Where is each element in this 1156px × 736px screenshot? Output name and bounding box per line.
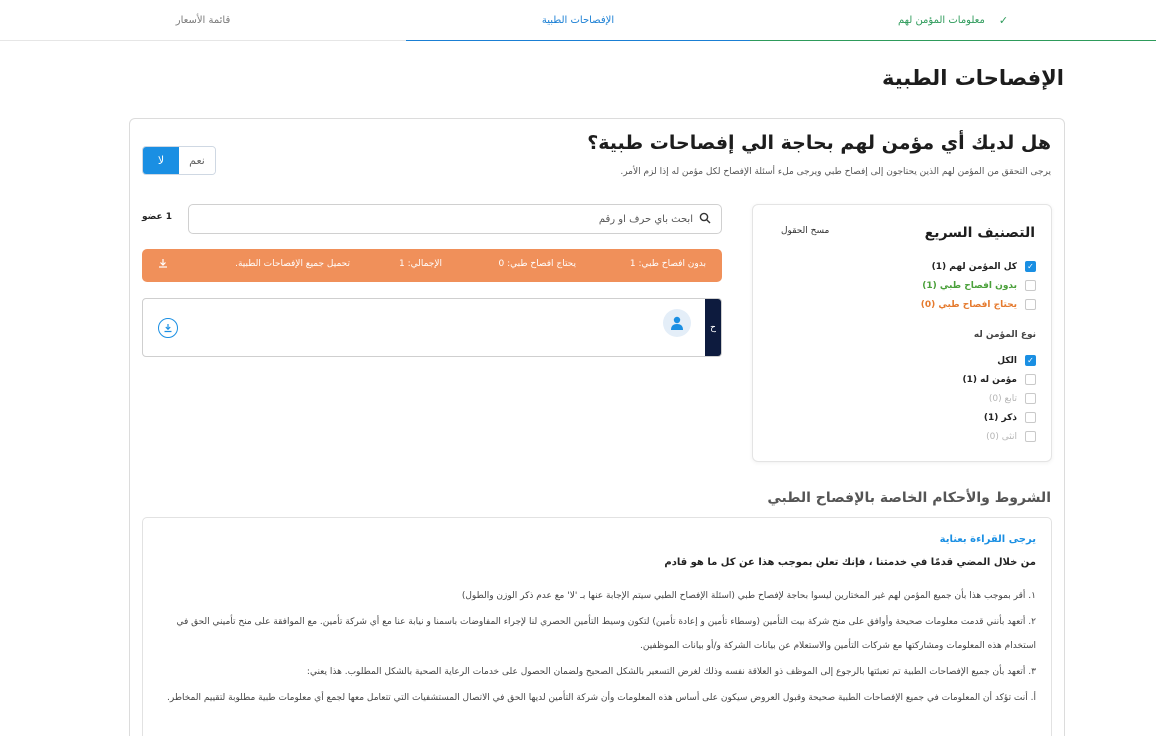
filter-type-female[interactable]: انثى (0): [986, 431, 1036, 442]
checkbox-icon[interactable]: [1025, 299, 1036, 310]
terms-item: أ. أنت تؤكد أن المعلومات في جميع الإفصاح…: [167, 693, 1036, 703]
checkbox-checked-icon[interactable]: ✓: [1025, 355, 1036, 366]
clear-fields-button[interactable]: مسح الحقول: [781, 226, 829, 236]
filter-type-male[interactable]: ذكر (1): [984, 412, 1036, 423]
yes-button[interactable]: نعم: [179, 147, 215, 174]
filter-label: مؤمن له (1): [962, 374, 1018, 385]
download-all-link[interactable]: تحميل جميع الإفصاحات الطبية.: [235, 259, 350, 269]
filter-label: بدون افصاح طبي (1): [922, 280, 1017, 291]
terms-read-carefully: يرجى القراءة بعناية: [939, 534, 1036, 545]
filter-label: الكل: [997, 355, 1017, 366]
filter-label: ذكر (1): [983, 412, 1017, 423]
checkbox-checked-icon[interactable]: ✓: [1025, 261, 1036, 272]
question-title: هل لديك أي مؤمن لهم بحاجة الي إفصاحات طب…: [587, 132, 1051, 154]
step-medical-disclosures[interactable]: الإفصاحات الطبية: [406, 0, 750, 41]
filter-needs-disclosure[interactable]: يحتاج افصاح طبي (0): [921, 299, 1036, 310]
search-icon: [699, 212, 711, 227]
filter-label: يحتاج افصاح طبي (0): [920, 299, 1017, 310]
no-button[interactable]: لا: [143, 147, 179, 174]
step-insured-info[interactable]: ✓ معلومات المؤمن لهم: [750, 0, 1156, 41]
terms-list: ١. أقر بموجب هذا بأن جميع المؤمن لهم غير…: [146, 584, 1036, 712]
step-price-list[interactable]: قائمة الأسعار: [0, 0, 406, 41]
terms-item: ١. أقر بموجب هذا بأن جميع المؤمن لهم غير…: [461, 591, 1036, 601]
summary-bar: بدون افصاح طبي: 1 يحتاج افصاح طبي: 0 الإ…: [142, 249, 722, 282]
step-label: معلومات المؤمن لهم: [897, 14, 985, 26]
filter-label: كل المؤمن لهم (1): [931, 261, 1017, 272]
members-count: 1 عضو: [142, 212, 173, 222]
filter-all-insured[interactable]: ✓ كل المؤمن لهم (1): [932, 261, 1036, 272]
checkbox-icon[interactable]: [1025, 412, 1036, 423]
terms-item: ٢. أتعهد بأنني قدمت معلومات صحيحة وأوافق…: [176, 617, 1036, 651]
filter-without-disclosure[interactable]: بدون افصاح طبي (1): [922, 280, 1036, 291]
download-disclosure-icon[interactable]: [158, 318, 178, 338]
checkbox-icon[interactable]: [1025, 431, 1036, 442]
question-subtitle: يرجى التحقق من المؤمن لهم الذين يحتاجون …: [620, 167, 1051, 177]
total-count: الإجمالي: 1: [398, 259, 442, 269]
filter-type-insured[interactable]: مؤمن له (1): [962, 374, 1036, 385]
needs-disclosure-count: يحتاج افصاح طبي: 0: [498, 259, 576, 269]
insured-type-title: نوع المؤمن له: [973, 330, 1036, 340]
filter-type-dependent[interactable]: تابع (0): [989, 393, 1036, 404]
terms-item: ٣. أتعهد بأن جميع الإفصاحات الطبية تم تع…: [306, 667, 1036, 677]
filter-label: تابع (0): [988, 393, 1017, 404]
step-label: قائمة الأسعار: [175, 15, 231, 26]
filter-label: انثى (0): [986, 431, 1017, 442]
without-disclosure-count: بدون افصاح طبي: 1: [629, 259, 706, 269]
check-icon: ✓: [998, 13, 1009, 27]
yes-no-toggle: لا نعم: [142, 146, 216, 175]
search-box: [188, 204, 722, 234]
checkbox-icon[interactable]: [1025, 280, 1036, 291]
step-label: الإفصاحات الطبية: [541, 14, 615, 26]
quick-filter-panel: التصنيف السريع مسح الحقول ✓ كل المؤمن له…: [752, 204, 1052, 462]
member-stripe: ح: [705, 299, 721, 356]
checkbox-icon[interactable]: [1025, 374, 1036, 385]
filter-title: التصنيف السريع: [924, 225, 1035, 241]
download-icon[interactable]: [158, 258, 168, 271]
checkbox-icon[interactable]: [1025, 393, 1036, 404]
stepper: ✓ معلومات المؤمن لهم الإفصاحات الطبية قا…: [0, 0, 1156, 41]
page-title: الإفصاحات الطبية: [881, 66, 1064, 90]
avatar-icon: [663, 309, 691, 337]
member-card[interactable]: ح: [142, 298, 722, 357]
terms-title: الشروط والأحكام الخاصة بالإفصاح الطبي: [767, 490, 1051, 506]
terms-lead: من خلال المضي قدمًا في خدمتنا ، فإنك تعل…: [664, 557, 1036, 568]
search-input[interactable]: [199, 213, 693, 225]
filter-type-all[interactable]: ✓ الكل: [997, 355, 1036, 366]
